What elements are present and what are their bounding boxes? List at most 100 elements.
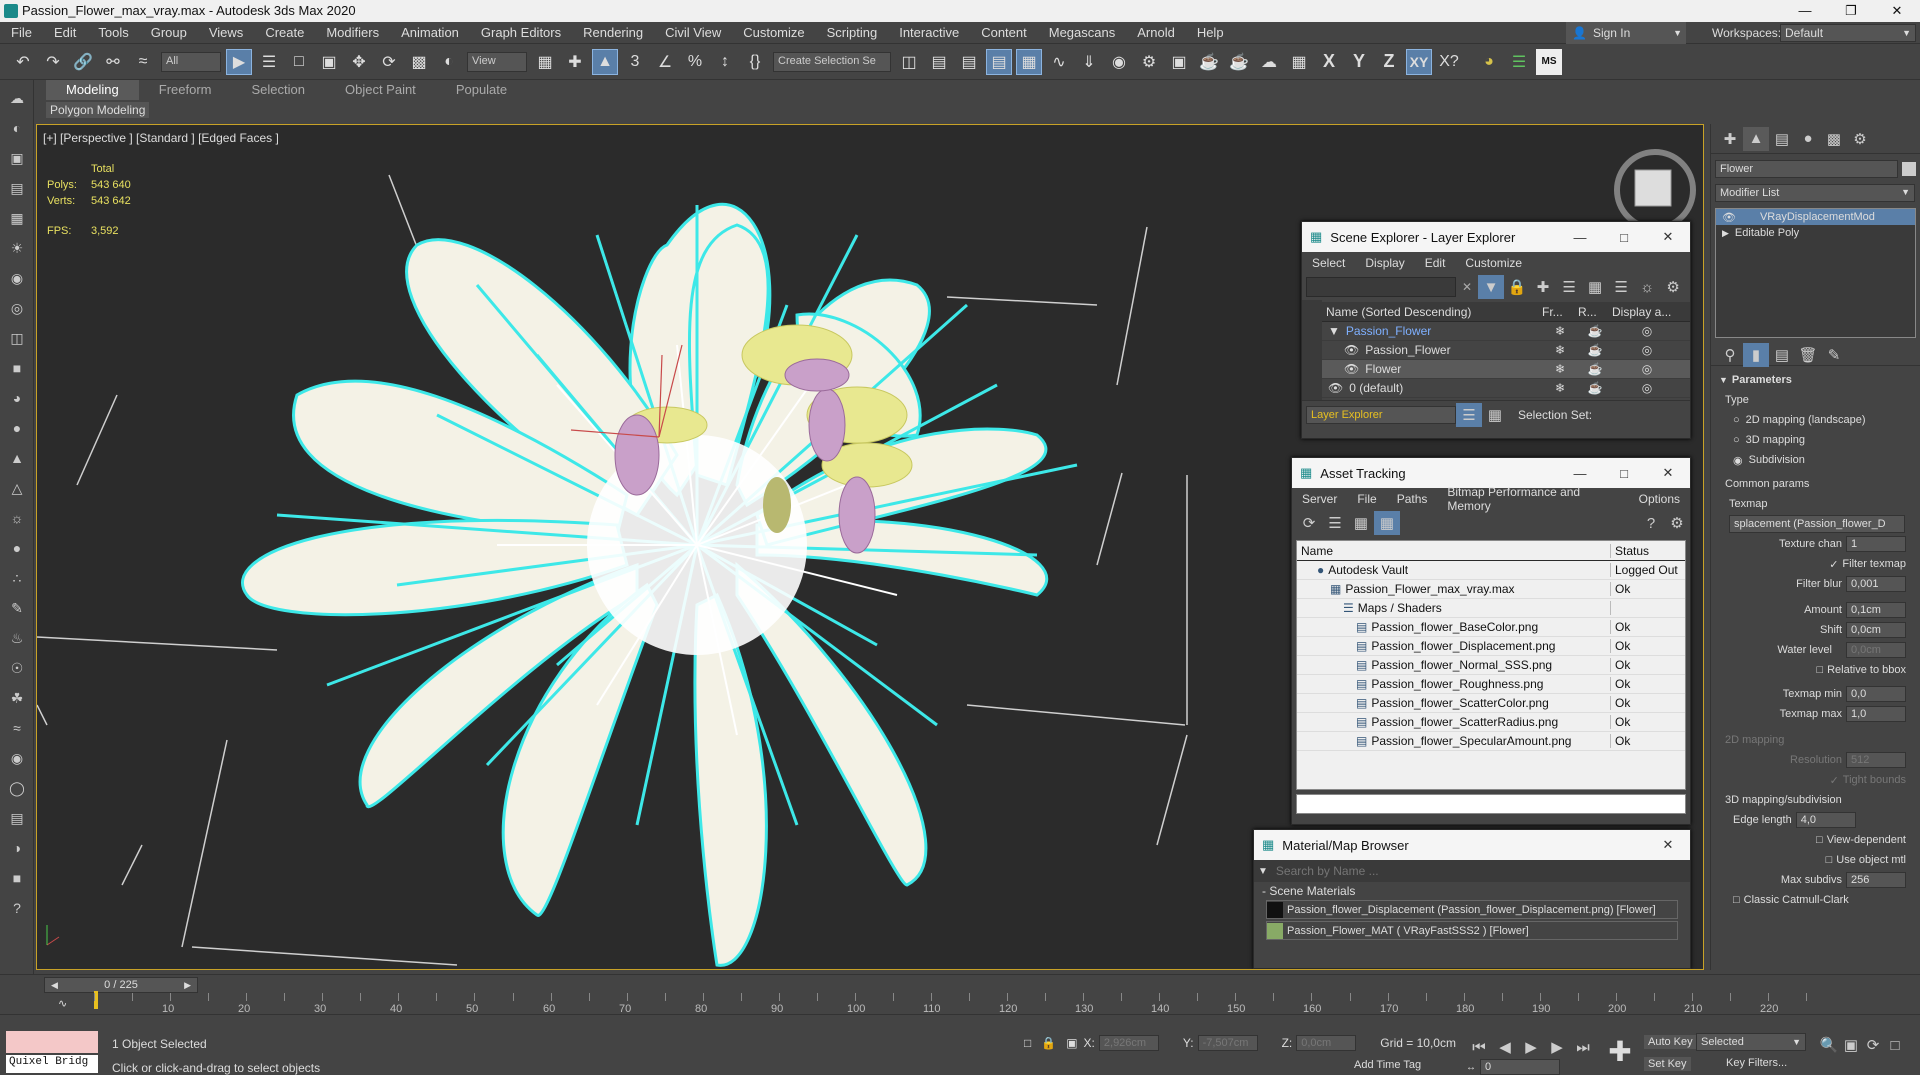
freeze-icon[interactable]: ❄ [1542,381,1578,395]
select-object-icon[interactable]: ▶ [226,48,252,75]
axis-z-icon[interactable]: Z [1376,49,1402,75]
render-teapot-icon[interactable]: ☕ [1578,343,1612,357]
menu-rendering[interactable]: Rendering [572,22,654,44]
freeze-icon[interactable]: ❄ [1542,362,1578,376]
material-item[interactable]: Passion_Flower_MAT ( VRayFastSSS2 ) [Flo… [1266,921,1678,940]
make-unique-icon[interactable]: ▤ [1769,343,1795,367]
menu-graph-editors[interactable]: Graph Editors [470,22,572,44]
relative-bbox-checkbox[interactable]: □ [1816,664,1823,676]
close-icon[interactable]: ✕ [1874,0,1920,22]
column-status[interactable]: Status [1611,544,1681,558]
set-key-button[interactable]: Set Key [1644,1057,1691,1071]
window-crossing-icon[interactable]: ▣ [316,49,342,75]
menu-views[interactable]: Views [198,22,254,44]
percent-snap-icon[interactable]: % [682,49,708,75]
menu-server[interactable]: Server [1292,492,1347,506]
workspace-dropdown[interactable]: Default ▼ [1780,24,1916,42]
refresh-icon[interactable]: ⟳ [1296,511,1322,535]
orbit-icon[interactable]: ⟳ [1862,1033,1884,1057]
texmap-button[interactable]: splacement (Passion_flower_D [1729,515,1905,533]
menu-modifiers[interactable]: Modifiers [315,22,390,44]
layer-toggle-icon[interactable]: ☰ [1456,402,1482,427]
table-row[interactable]: ▤ Passion_flower_Displacement.png Ok [1297,637,1685,656]
mirror-icon[interactable]: ◫ [896,49,922,75]
minimize-icon[interactable]: — [1782,0,1828,22]
radio-icon[interactable]: ◉ [1733,454,1743,467]
render-teapot-icon[interactable]: ☕ [1578,362,1612,376]
configure-sets-icon[interactable]: ✎ [1821,343,1847,367]
classic-catmull-clark-checkbox[interactable]: □ [1733,894,1740,906]
menu-display[interactable]: Display [1355,256,1414,270]
column-render[interactable]: R... [1578,305,1612,319]
a360-gallery-icon[interactable]: ▦ [1286,49,1312,75]
teapot-icon[interactable]: ♨ [5,626,29,650]
clear-search-icon[interactable]: ✕ [1462,280,1472,294]
track-bar[interactable]: 10 20 30 40 50 60 70 80 90 100 110 120 130 140 150 160 1… [94,975,1870,1015]
rectangular-selection-icon[interactable]: □ [286,49,312,75]
remove-modifier-icon[interactable]: 🗑 [1795,343,1821,367]
display-tab-icon[interactable]: ▩ [1821,127,1847,151]
create-tab-icon[interactable]: ✚ [1717,127,1743,151]
helper-icon[interactable]: ◎ [5,296,29,320]
menu-arnold[interactable]: Arnold [1126,22,1186,44]
perspective-viewport[interactable]: [+] [Perspective ] [Standard ] [Edged Fa… [36,124,1704,970]
menu-civil-view[interactable]: Civil View [654,22,732,44]
ribbon-subtab-polygon-modeling[interactable]: Polygon Modeling [46,102,150,118]
sun-icon[interactable]: ☼ [5,506,29,530]
minimize-icon[interactable]: — [1558,466,1602,481]
render-in-cloud-icon[interactable]: ☁ [1256,49,1282,75]
display-icon[interactable]: ◎ [1612,381,1682,395]
light-icon[interactable]: ☀ [5,236,29,260]
selection-set-icon[interactable]: ▦ [1482,403,1508,427]
megascans-icon[interactable]: ☰ [1506,49,1532,75]
pivot-center-icon[interactable]: ▦ [532,49,558,75]
auto-key-button[interactable]: Auto Key [1644,1035,1697,1049]
angle-snap-icon[interactable]: ∠ [652,49,678,75]
table-row[interactable]: ▤ Passion_flower_ScatterRadius.png Ok [1297,713,1685,732]
geosphere-icon[interactable]: ◐ [5,116,29,140]
render-iterative-icon[interactable]: ☕ [1226,49,1252,75]
resolution-spinner[interactable]: 512 [1846,752,1906,768]
type-option-2[interactable]: ◉ Subdivision [1719,450,1912,470]
particles-icon[interactable]: ∴ [5,566,29,590]
texture-channel-spinner[interactable]: 1 [1846,536,1906,552]
display-icon[interactable]: ◎ [1612,343,1682,357]
menu-edit[interactable]: Edit [1415,256,1456,270]
camera-icon[interactable]: ◉ [5,266,29,290]
link-icon[interactable]: 🔗 [70,49,96,75]
selection-filter-dropdown[interactable]: All [161,51,221,72]
isolate-selection-icon[interactable]: □ [1024,1036,1031,1050]
play-icon[interactable]: ▶ [1518,1035,1544,1059]
undo-icon[interactable]: ↶ [10,49,36,75]
next-key-icon[interactable]: ▶ [1544,1035,1570,1059]
radio-icon[interactable]: ○ [1733,434,1740,446]
bind-spacewarp-icon[interactable]: ≈ [130,49,156,75]
display-icon[interactable]: ◎ [1612,362,1682,376]
environment-icon[interactable]: ◯ [5,776,29,800]
close-icon[interactable]: ✕ [1646,837,1690,853]
go-to-end-icon[interactable]: ⏭ [1570,1035,1596,1059]
paint-icon[interactable]: ✎ [5,596,29,620]
vray-light-icon[interactable]: ◕ [1476,49,1502,75]
snaps-toggle-icon[interactable]: 3 [622,49,648,75]
scene-icon[interactable]: ▤ [5,176,29,200]
sign-in-button[interactable]: 👤 Sign In ▼ [1566,22,1686,44]
visibility-eye-icon[interactable]: 👁 [1344,362,1359,376]
close-icon[interactable]: ✕ [1646,229,1690,245]
curve-editor-icon[interactable]: ∿ [1046,49,1072,75]
parameters-title[interactable]: Parameters [1732,374,1792,386]
edge-length-spinner[interactable]: 4,0 [1795,812,1856,828]
hierarchy-tab-icon[interactable]: ▤ [1769,127,1795,151]
utility-icon[interactable]: ■ [5,866,29,890]
info-icon[interactable]: ? [5,896,29,920]
help-icon[interactable]: X? [1436,49,1462,75]
visibility-eye-icon[interactable]: 👁 [1328,381,1343,395]
current-frame-field[interactable]: 0 [1480,1059,1560,1075]
type-option-1[interactable]: ○ 3D mapping [1719,430,1912,450]
tree-row[interactable]: 👁 Flower ❄ ☕ ◎ [1322,360,1690,379]
pin-stack-icon[interactable]: ⚲ [1717,343,1743,367]
material-search-input[interactable] [1275,864,1656,878]
named-selection-sets-dropdown[interactable]: Create Selection Se [773,51,891,72]
set-keys-icon[interactable]: ✚ [1602,1033,1638,1069]
material-sphere-icon[interactable]: ◉ [5,746,29,770]
